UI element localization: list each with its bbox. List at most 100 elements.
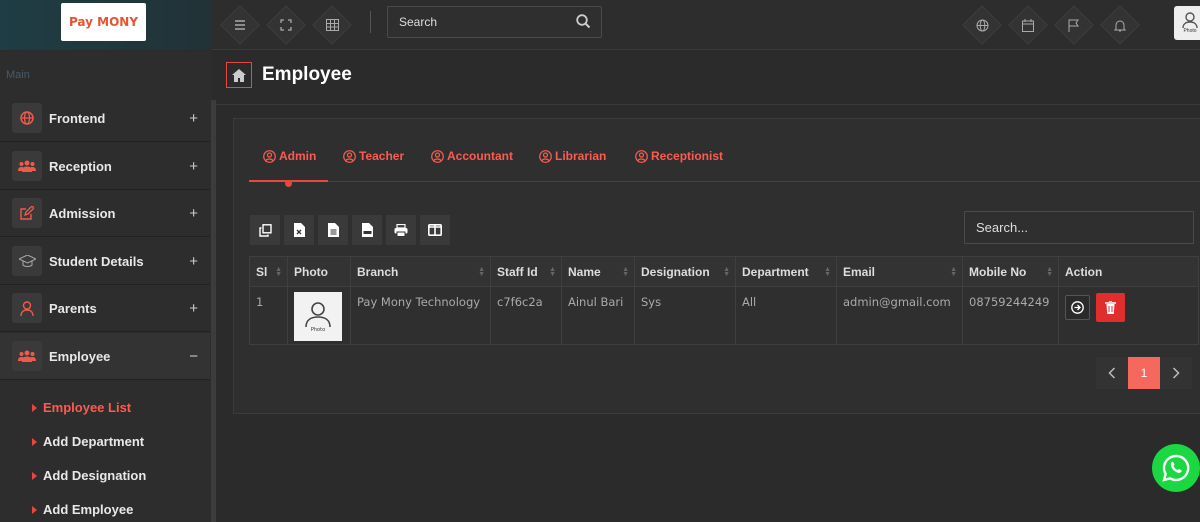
columns-icon bbox=[428, 224, 442, 236]
calendar-icon bbox=[1022, 18, 1034, 32]
cell-designation: Sys bbox=[634, 286, 736, 345]
home-icon[interactable] bbox=[226, 62, 252, 88]
expand-icon[interactable]: + bbox=[189, 110, 198, 127]
subitem-label: Add Department bbox=[43, 434, 145, 449]
sidebar-subitem-add-employee[interactable]: Add Employee bbox=[32, 502, 133, 517]
expand-icon[interactable]: + bbox=[189, 300, 198, 317]
subitem-label: Add Designation bbox=[43, 468, 147, 483]
sidebar-scrollbar[interactable] bbox=[211, 100, 216, 522]
search-input[interactable] bbox=[388, 7, 558, 37]
sidebar-item-label: Reception bbox=[49, 158, 112, 174]
user-icon bbox=[12, 293, 42, 323]
tab-teacher[interactable]: Teacher bbox=[343, 149, 404, 163]
expand-icon bbox=[280, 19, 292, 31]
search-icon[interactable] bbox=[576, 14, 591, 29]
sidebar-item-parents[interactable]: Parents + bbox=[0, 285, 210, 332]
print-button[interactable] bbox=[386, 215, 416, 245]
divider bbox=[216, 104, 1200, 105]
user-icon bbox=[305, 301, 331, 327]
sidebar-subitem-employee-list[interactable]: Employee List bbox=[32, 400, 131, 415]
tab-receptionist[interactable]: Receptionist bbox=[635, 149, 723, 163]
users-icon bbox=[12, 151, 42, 181]
caret-right-icon bbox=[32, 403, 37, 412]
column-header-staff-id[interactable]: Staff Id ▲ ▼ bbox=[490, 256, 562, 287]
grid-button[interactable] bbox=[312, 5, 352, 45]
column-header-action: Action bbox=[1058, 256, 1199, 287]
sidebar-item-label: Student Details bbox=[49, 253, 144, 269]
search-bar[interactable] bbox=[387, 6, 602, 38]
tab-label: Receptionist bbox=[651, 149, 724, 163]
sidebar-item-label: Parents bbox=[49, 300, 97, 316]
table-icon bbox=[325, 19, 339, 31]
page-title: Employee bbox=[262, 64, 352, 85]
language-button[interactable] bbox=[962, 5, 1002, 45]
column-header-mobile[interactable]: Mobile No ▲ ▼ bbox=[962, 256, 1059, 287]
hamburger-icon bbox=[235, 20, 245, 30]
sidebar-subitem-add-designation[interactable]: Add Designation bbox=[32, 468, 146, 483]
cell-email: admin@gmail.com bbox=[836, 286, 963, 345]
pagination-previous-button[interactable] bbox=[1096, 357, 1128, 389]
sidebar: Main Frontend + Reception + Admission + … bbox=[0, 51, 212, 522]
whatsapp-icon bbox=[1162, 454, 1190, 482]
tab-label: Accountant bbox=[447, 149, 513, 163]
sidebar-item-student-details[interactable]: Student Details + bbox=[0, 238, 210, 285]
app-logo[interactable]: Pay MONY bbox=[61, 3, 146, 41]
divider bbox=[370, 11, 371, 33]
tab-label: Librarian bbox=[555, 149, 607, 163]
employee-panel: Admin Teacher Accountant Librarian Recep… bbox=[233, 118, 1200, 414]
collapse-icon[interactable]: − bbox=[189, 348, 198, 365]
table-search[interactable] bbox=[964, 211, 1194, 244]
bell-icon bbox=[1114, 20, 1126, 31]
column-visibility-button[interactable] bbox=[420, 215, 450, 245]
globe-icon bbox=[12, 103, 42, 133]
table-search-input[interactable] bbox=[965, 212, 1185, 243]
user-circle-icon bbox=[539, 149, 552, 163]
fullscreen-button[interactable] bbox=[266, 5, 306, 45]
cell-sl: 1 bbox=[249, 286, 288, 345]
flag-button[interactable] bbox=[1054, 5, 1094, 45]
globe-icon bbox=[976, 19, 988, 31]
sidebar-item-employee[interactable]: Employee − bbox=[0, 333, 210, 380]
user-avatar[interactable]: Photo bbox=[1174, 6, 1200, 40]
pagination-page-1[interactable]: 1 bbox=[1128, 357, 1160, 389]
tab-label: Admin bbox=[279, 149, 317, 163]
excel-export-button[interactable] bbox=[284, 215, 314, 245]
sidebar-item-reception[interactable]: Reception + bbox=[0, 143, 210, 190]
tab-accountant[interactable]: Accountant bbox=[431, 149, 513, 163]
table-row: 1 Photo Pay Mony Technology c7f6c2a Ainu… bbox=[249, 286, 1199, 345]
column-header-email[interactable]: Email ▲ ▼ bbox=[836, 256, 963, 287]
expand-icon[interactable]: + bbox=[189, 205, 198, 222]
sidebar-subitem-add-department[interactable]: Add Department bbox=[32, 434, 144, 449]
whatsapp-button[interactable] bbox=[1152, 444, 1200, 492]
menu-toggle-button[interactable] bbox=[220, 5, 260, 45]
expand-icon[interactable]: + bbox=[189, 253, 198, 270]
chevron-left-icon bbox=[1108, 367, 1116, 379]
notifications-button[interactable] bbox=[1100, 5, 1140, 45]
column-header-name[interactable]: Name ▲ ▼ bbox=[561, 256, 635, 287]
sidebar-item-frontend[interactable]: Frontend + bbox=[0, 95, 210, 142]
sidebar-section-label: Main bbox=[6, 69, 30, 81]
pdf-export-button[interactable] bbox=[352, 215, 382, 245]
column-header-branch[interactable]: Branch ▲ ▼ bbox=[350, 256, 491, 287]
column-header-department[interactable]: Department ▲ ▼ bbox=[735, 256, 837, 287]
calendar-button[interactable] bbox=[1008, 5, 1048, 45]
caret-right-icon bbox=[32, 471, 37, 480]
arrow-circle-right-icon bbox=[1071, 301, 1084, 314]
tab-librarian[interactable]: Librarian bbox=[539, 149, 606, 163]
column-header-designation[interactable]: Designation ▲ ▼ bbox=[634, 256, 736, 287]
copy-button[interactable] bbox=[250, 215, 280, 245]
view-button[interactable] bbox=[1065, 295, 1090, 320]
user-circle-icon bbox=[635, 149, 648, 163]
active-tab-dot bbox=[285, 180, 292, 187]
column-header-sl[interactable]: Sl ▲ ▼ bbox=[249, 256, 288, 287]
tab-admin[interactable]: Admin bbox=[263, 149, 316, 163]
cell-photo: Photo bbox=[287, 286, 351, 345]
edit-icon bbox=[12, 198, 42, 228]
sidebar-item-admission[interactable]: Admission + bbox=[0, 190, 210, 237]
csv-export-button[interactable] bbox=[318, 215, 348, 245]
cell-action bbox=[1058, 286, 1199, 345]
expand-icon[interactable]: + bbox=[189, 158, 198, 175]
pagination-next-button[interactable] bbox=[1160, 357, 1192, 389]
cell-staff-id: c7f6c2a bbox=[490, 286, 562, 345]
delete-button[interactable] bbox=[1096, 293, 1125, 322]
